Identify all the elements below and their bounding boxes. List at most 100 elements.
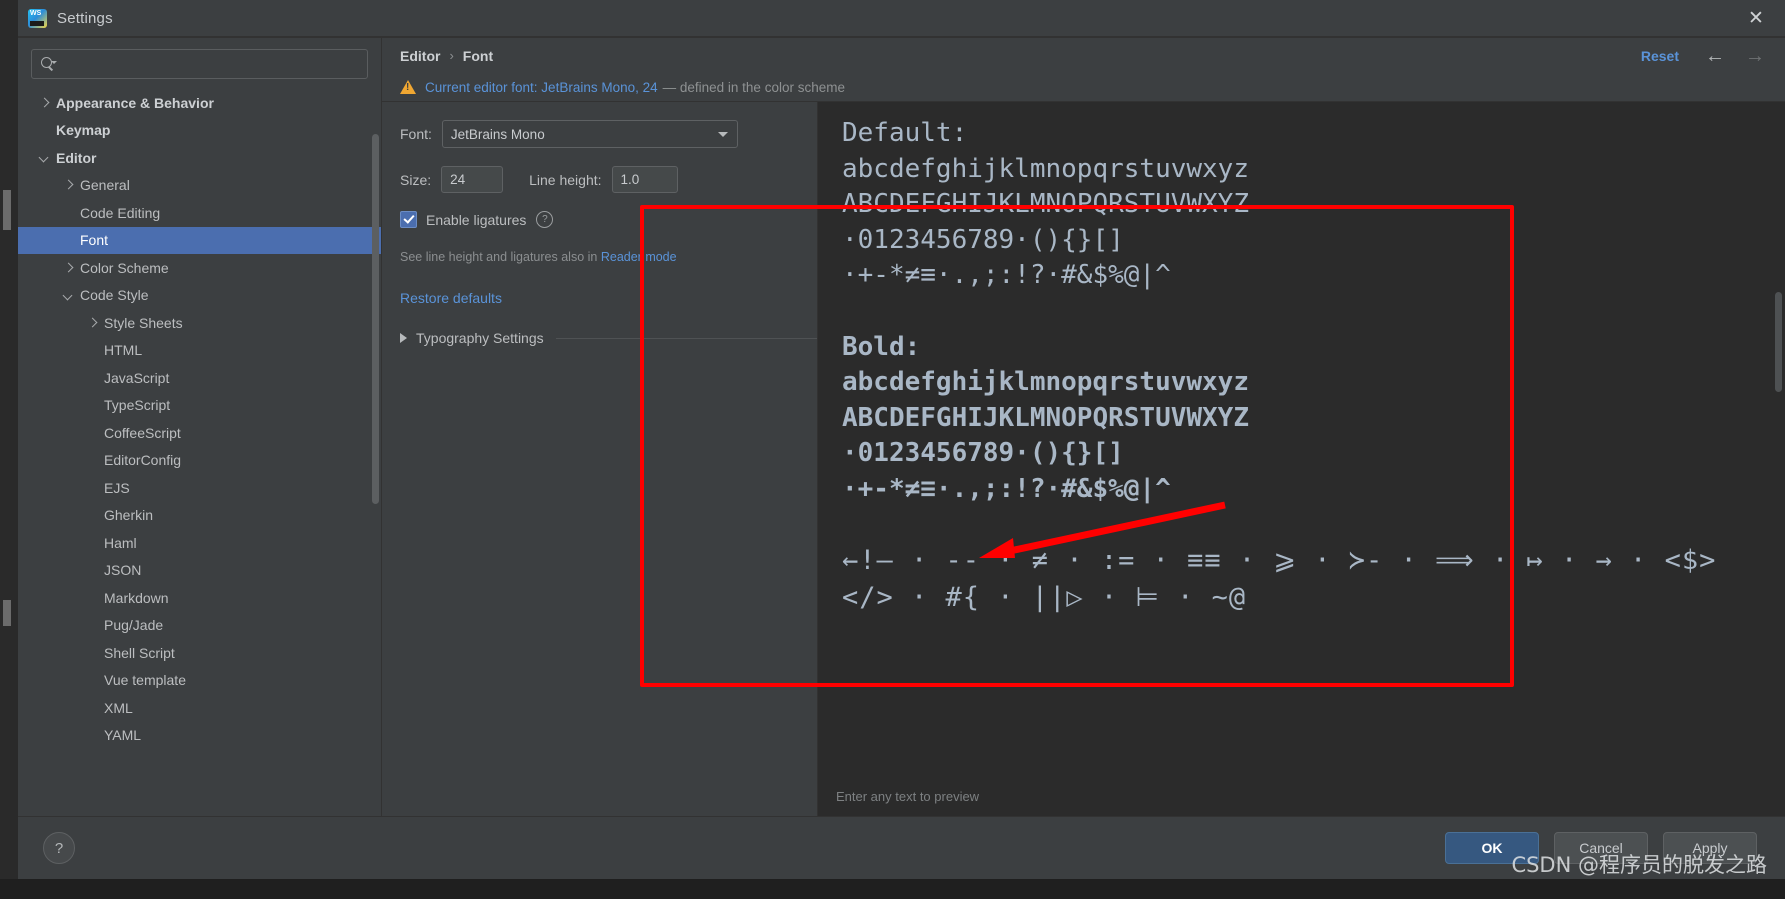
enable-ligatures-checkbox[interactable] [400,211,417,228]
desktop-strip-mark [3,190,11,230]
csdn-watermark: CSDN @程序员的脱发之路 [1511,853,1767,877]
sidebar-scrollbar[interactable] [372,134,379,504]
title-bar: Settings ✕ [18,0,1785,37]
sidebar-item-color-scheme[interactable]: Color Scheme [18,254,381,282]
arrow-left-icon[interactable]: ← [1705,46,1725,66]
typography-settings-section[interactable]: Typography Settings [400,330,817,346]
preview-hint: Enter any text to preview [836,788,980,804]
font-settings-pane: Font: JetBrains Mono Size: 24 Line heigh… [382,102,817,816]
preview-default-lower: abcdefghijklmnopqrstuvwxyz [842,153,1249,184]
font-label: Font: [400,126,432,142]
sidebar-item-json[interactable]: JSON [18,557,381,585]
sidebar-item-label: JavaScript [104,369,170,386]
sidebar-item-general[interactable]: General [18,172,381,200]
sidebar-item-yaml[interactable]: YAML [18,722,381,750]
breadcrumb-current: Font [462,47,494,64]
settings-tree: Appearance & Behavior Keymap Editor General… [18,87,381,816]
sidebar-item-haml[interactable]: Haml [18,529,381,557]
sidebar-item-ejs[interactable]: EJS [18,474,381,502]
preview-default-heading: Default: [842,118,968,148]
chevron-right-icon[interactable] [62,179,75,192]
breadcrumb-parent[interactable]: Editor [400,48,440,64]
sidebar-item-label: JSON [104,562,142,579]
sidebar-item-keymap[interactable]: Keymap [18,117,381,145]
preview-ligatures-row-2: </> · #{ · ||▷ · ⊨ · ~@ [842,582,1247,614]
desktop-strip-mark [3,600,11,626]
sidebar-item-editor[interactable]: Editor [18,144,381,172]
chevron-right-icon[interactable] [62,261,75,274]
sidebar-item-typescript[interactable]: TypeScript [18,392,381,420]
sidebar-item-style-sheets[interactable]: Style Sheets [18,309,381,337]
preview-scrollbar[interactable] [1775,292,1782,392]
sidebar-item-label: EditorConfig [104,452,182,469]
sidebar-item-coffeescript[interactable]: CoffeeScript [18,419,381,447]
sidebar-item-shell-script[interactable]: Shell Script [18,639,381,667]
settings-window: Settings ✕ Appearance & Behavior Keymap Ed… [18,0,1785,879]
sidebar-item-appearance-behavior[interactable]: Appearance & Behavior [18,89,381,117]
close-icon[interactable]: ✕ [1733,1,1779,35]
preview-default-digits: ·0123456789·(){}[] [842,224,1124,255]
sidebar-item-javascript[interactable]: JavaScript [18,364,381,392]
preview-bold-upper: ABCDEFGHIJKLMNOPQRSTUVWXYZ [842,402,1249,433]
settings-sidebar: Appearance & Behavior Keymap Editor General… [18,38,382,816]
preview-ligatures-row-1: ←!— · -- · ≠ · := · ≡≡ · ⩾ · ≻- · ⟹ · ↦ … [842,545,1717,577]
sidebar-item-label: Markdown [104,589,169,606]
breadcrumb-separator: › [449,48,454,63]
sidebar-item-markdown[interactable]: Markdown [18,584,381,612]
sidebar-item-editorconfig[interactable]: EditorConfig [18,447,381,475]
sidebar-item-xml[interactable]: XML [18,694,381,722]
reader-mode-link[interactable]: Reader mode [601,250,677,264]
reset-button[interactable]: Reset [1641,48,1679,64]
sidebar-item-label: EJS [104,479,130,496]
breadcrumb: Editor › Font Reset ← → [382,38,1785,73]
reader-mode-hint: See line height and ligatures also in Re… [400,250,817,264]
chevron-right-icon[interactable] [86,316,99,329]
font-family-value: JetBrains Mono [450,126,545,142]
search-input[interactable] [56,55,359,73]
line-height-input[interactable]: 1.0 [611,166,678,193]
sidebar-item-font[interactable]: Font [18,226,381,254]
enable-ligatures-row[interactable]: Enable ligatures ? [400,211,817,228]
sidebar-item-gherkin[interactable]: Gherkin [18,502,381,530]
size-row: Size: 24 Line height: 1.0 [400,166,817,193]
restore-defaults-link[interactable]: Restore defaults [400,290,817,306]
chevron-down-icon [717,132,728,137]
preview-bold-lower: abcdefghijklmnopqrstuvwxyz [842,367,1249,398]
sidebar-item-label: Editor [56,149,97,166]
sidebar-item-code-editing[interactable]: Code Editing [18,199,381,227]
help-icon[interactable]: ? [43,832,75,864]
font-preview-pane[interactable]: Default: abcdefghijklmnopqrstuvwxyz ABCD… [817,102,1785,816]
sidebar-item-code-style[interactable]: Code Style [18,282,381,310]
typography-settings-label: Typography Settings [416,330,544,346]
font-preview-text[interactable]: Default: abcdefghijklmnopqrstuvwxyz ABCD… [818,102,1785,776]
current-font-link[interactable]: Current editor font: JetBrains Mono, 24 [425,80,658,95]
search-box[interactable] [31,49,368,79]
chevron-down-icon[interactable] [38,151,51,164]
section-divider [555,337,817,339]
sidebar-item-label: Pug/Jade [104,617,164,634]
triangle-right-icon [400,333,407,343]
sidebar-item-vue-template[interactable]: Vue template [18,667,381,695]
sidebar-item-label: Appearance & Behavior [56,94,214,111]
arrow-right-icon[interactable]: → [1745,46,1765,66]
sidebar-item-html[interactable]: HTML [18,337,381,365]
help-icon[interactable]: ? [536,211,554,228]
sidebar-item-label: General [80,177,130,194]
search-container [18,38,381,87]
sidebar-item-pug-jade[interactable]: Pug/Jade [18,612,381,640]
font-size-input[interactable]: 24 [441,166,504,193]
sidebar-item-label: Haml [104,534,137,551]
chevron-down-icon[interactable] [62,289,75,302]
window-title: Settings [57,9,113,27]
chevron-right-icon[interactable] [38,96,51,109]
font-family-select[interactable]: JetBrains Mono [441,120,738,148]
